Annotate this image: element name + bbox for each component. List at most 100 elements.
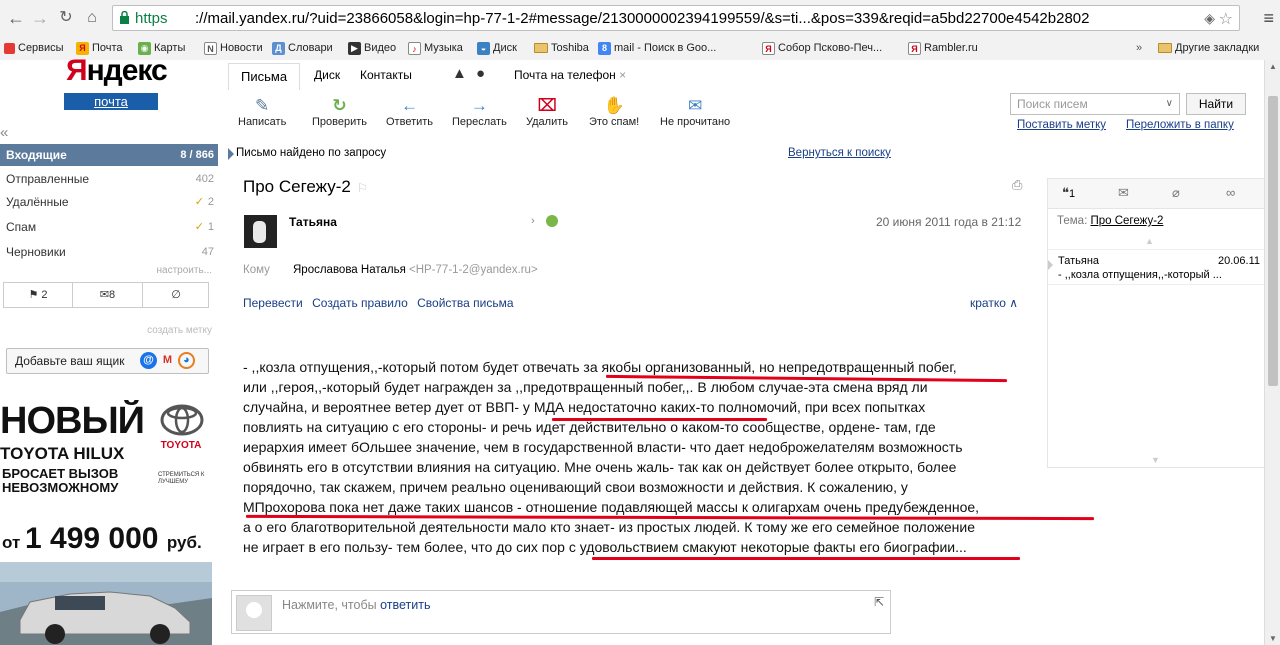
filter-unread[interactable]: ✉8 xyxy=(73,283,142,307)
yandex-mail-icon: Я xyxy=(76,41,89,55)
bookmark-google-search[interactable]: 8 mail - Поиск в Goo... xyxy=(598,40,716,56)
avatar-face xyxy=(253,221,266,243)
brief-toggle[interactable]: кратко ∧ xyxy=(970,296,1018,310)
delete-button[interactable]: ⌧ Удалить xyxy=(526,96,568,128)
close-icon[interactable]: × xyxy=(619,68,626,82)
url-input[interactable]: https ://mail.yandex.ru/?uid=23866058&lo… xyxy=(112,5,1240,31)
bookmark-dictionaries[interactable]: Д Словари xyxy=(272,40,333,56)
bookmark-news[interactable]: N Новости xyxy=(204,40,263,56)
bookmark-disk[interactable]: ◒ Диск xyxy=(477,40,517,56)
refresh-icon: ↻ xyxy=(332,96,347,115)
bookmark-rambler[interactable]: Я Rambler.ru xyxy=(908,40,978,56)
broom-icon[interactable]: ✓ xyxy=(195,216,204,238)
mark-unread-button[interactable]: ✉ Не прочитано xyxy=(660,96,730,128)
print-icon[interactable]: ⎙ xyxy=(1012,177,1022,193)
video-icon: ▶ xyxy=(348,41,361,55)
check-mail-button[interactable]: ↻ Проверить xyxy=(312,96,367,128)
setup-folders-link[interactable]: настроить... xyxy=(157,265,213,276)
yandex-icon: Я xyxy=(908,41,921,55)
back-arrow-icon[interactable]: ← xyxy=(6,8,26,28)
compose-button[interactable]: ✎ Написать xyxy=(238,96,286,128)
bookmark-star-icon[interactable]: ☆ xyxy=(1219,9,1233,29)
scroll-up-icon[interactable]: ▲ xyxy=(1269,62,1277,71)
bookmarks-more[interactable]: » xyxy=(1136,40,1142,56)
forward-button[interactable]: → Переслать xyxy=(452,96,507,128)
bookmark-services[interactable]: Сервисы xyxy=(4,40,64,56)
message-actions: Перевести Создать правило Свойства письм… xyxy=(243,296,520,310)
search-input[interactable]: Поиск писем ∨ xyxy=(1010,93,1180,115)
paperclip-icon: ∅ xyxy=(171,289,181,301)
yandex-mail-logo[interactable]: Яндекс почта xyxy=(62,54,168,110)
bookmark-toshiba[interactable]: Toshiba xyxy=(534,40,589,56)
chevron-down-icon[interactable]: ∨ xyxy=(1166,94,1173,114)
red-underline xyxy=(592,557,1020,560)
quick-reply-box[interactable]: Нажмите, чтобы ответить ⇱ xyxy=(231,590,891,634)
home-icon[interactable]: ⌂ xyxy=(82,8,102,28)
folder-inbox[interactable]: Входящие 8 / 866 xyxy=(0,144,218,166)
car-image xyxy=(0,562,212,645)
ad-headline: НОВЫЙ xyxy=(0,400,145,442)
at-icon: @ xyxy=(140,352,157,369)
reload-icon[interactable]: ↻ xyxy=(56,8,76,28)
chevron-right-icon[interactable]: › xyxy=(531,215,535,227)
thread-panel-tabs: ❝1 ✉ ⌀ ∞ xyxy=(1048,179,1266,209)
flag-icon[interactable]: ⚐ xyxy=(357,181,368,195)
apple-icon[interactable]: ● xyxy=(476,65,485,82)
put-label-link[interactable]: Поставить метку xyxy=(1017,119,1106,131)
scrollbar-thumb[interactable] xyxy=(1268,96,1278,386)
reply-button[interactable]: ← Ответить xyxy=(386,96,433,128)
paperclip-icon[interactable]: ⌀ xyxy=(1172,185,1180,201)
bookmark-label: mail - Поиск в Goo... xyxy=(614,42,717,54)
bookmark-sobor[interactable]: Я Собор Псково-Печ... xyxy=(762,40,882,56)
bookmark-video[interactable]: ▶ Видео xyxy=(348,40,396,56)
browser-menu-icon[interactable]: ≡ xyxy=(1263,8,1274,29)
create-label-link[interactable]: создать метку xyxy=(147,325,212,336)
tab-disk[interactable]: Диск xyxy=(314,68,340,82)
page-scrollbar[interactable]: ▲ ▼ xyxy=(1264,60,1280,645)
tab-mail[interactable]: Письма xyxy=(228,63,301,90)
link-icon[interactable]: ∞ xyxy=(1226,185,1235,200)
recipient[interactable]: Ярославова Наталья <HP-77-1-2@yandex.ru> xyxy=(293,264,538,276)
body-line: не играет в его пользу- тем более, что д… xyxy=(243,539,967,555)
folder-spam[interactable]: Спам ✓ 1 xyxy=(0,216,218,238)
add-mailbox-button[interactable]: Добавьте ваш ящик @ M ◕ xyxy=(6,348,209,374)
reply-link[interactable]: ответить xyxy=(380,598,430,612)
bookmark-music[interactable]: ♪ Музыка xyxy=(408,40,463,56)
tab-contacts[interactable]: Контакты xyxy=(360,68,412,82)
tab-mobile-mail[interactable]: Почта на телефон × xyxy=(514,68,626,82)
broom-icon[interactable]: ✓ xyxy=(195,191,204,213)
filter-flagged[interactable]: ⚑ 2 xyxy=(4,283,72,307)
message-properties-link[interactable]: Свойства письма xyxy=(417,296,513,310)
move-to-folder-link[interactable]: Переложить в папку xyxy=(1126,119,1234,131)
thread-message-item[interactable]: Татьяна 20.06.11 - ,,козла отпущения,,-к… xyxy=(1048,249,1266,285)
sender-name[interactable]: Татьяна xyxy=(289,215,337,229)
filter-count: 2 xyxy=(41,289,48,301)
bookmark-other[interactable]: Другие закладки xyxy=(1158,40,1259,56)
logo-rest: ндекс xyxy=(86,54,168,87)
create-rule-link[interactable]: Создать правило xyxy=(312,296,408,310)
extension-icon[interactable]: ◈ xyxy=(1204,10,1215,27)
expand-icon[interactable]: ⇱ xyxy=(874,595,884,609)
thread-tab[interactable]: ❝1 xyxy=(1062,185,1075,201)
folder-sent[interactable]: Отправленные 402 xyxy=(0,168,218,190)
envelope-icon[interactable]: ✉ xyxy=(1118,185,1129,201)
search-button[interactable]: Найти xyxy=(1186,93,1246,115)
ad-slogan-line: БРОСАЕТ ВЫЗОВ xyxy=(2,466,119,481)
toyota-ad-banner[interactable]: НОВЫЙ TOYOTA TOYOTA HILUX БРОСАЕТ ВЫЗОВ … xyxy=(0,400,212,645)
collapse-sidebar-icon[interactable]: « xyxy=(0,124,8,141)
scroll-down-icon[interactable]: ▼ xyxy=(1269,634,1277,643)
folder-deleted[interactable]: Удалённые ✓ 2 xyxy=(0,191,218,213)
ad-price-prefix: от xyxy=(2,533,26,552)
back-to-search-link[interactable]: Вернуться к поиску xyxy=(788,143,891,164)
folder-drafts[interactable]: Черновики 47 xyxy=(0,241,218,263)
translate-link[interactable]: Перевести xyxy=(243,296,303,310)
forward-arrow-icon[interactable]: → xyxy=(30,8,50,28)
bookmark-label: Rambler.ru xyxy=(924,42,978,54)
filter-attachments[interactable]: ∅ xyxy=(143,283,209,307)
topic-link[interactable]: Про Сегежу-2 xyxy=(1090,215,1163,227)
gmail-icon: M xyxy=(162,354,173,366)
folder-count: 47 xyxy=(201,246,214,258)
spam-button[interactable]: ✋ Это спам! xyxy=(589,96,639,128)
recipient-row: Кому Ярославова Наталья <HP-77-1-2@yande… xyxy=(243,264,538,276)
android-icon[interactable]: ▲ xyxy=(452,65,467,82)
